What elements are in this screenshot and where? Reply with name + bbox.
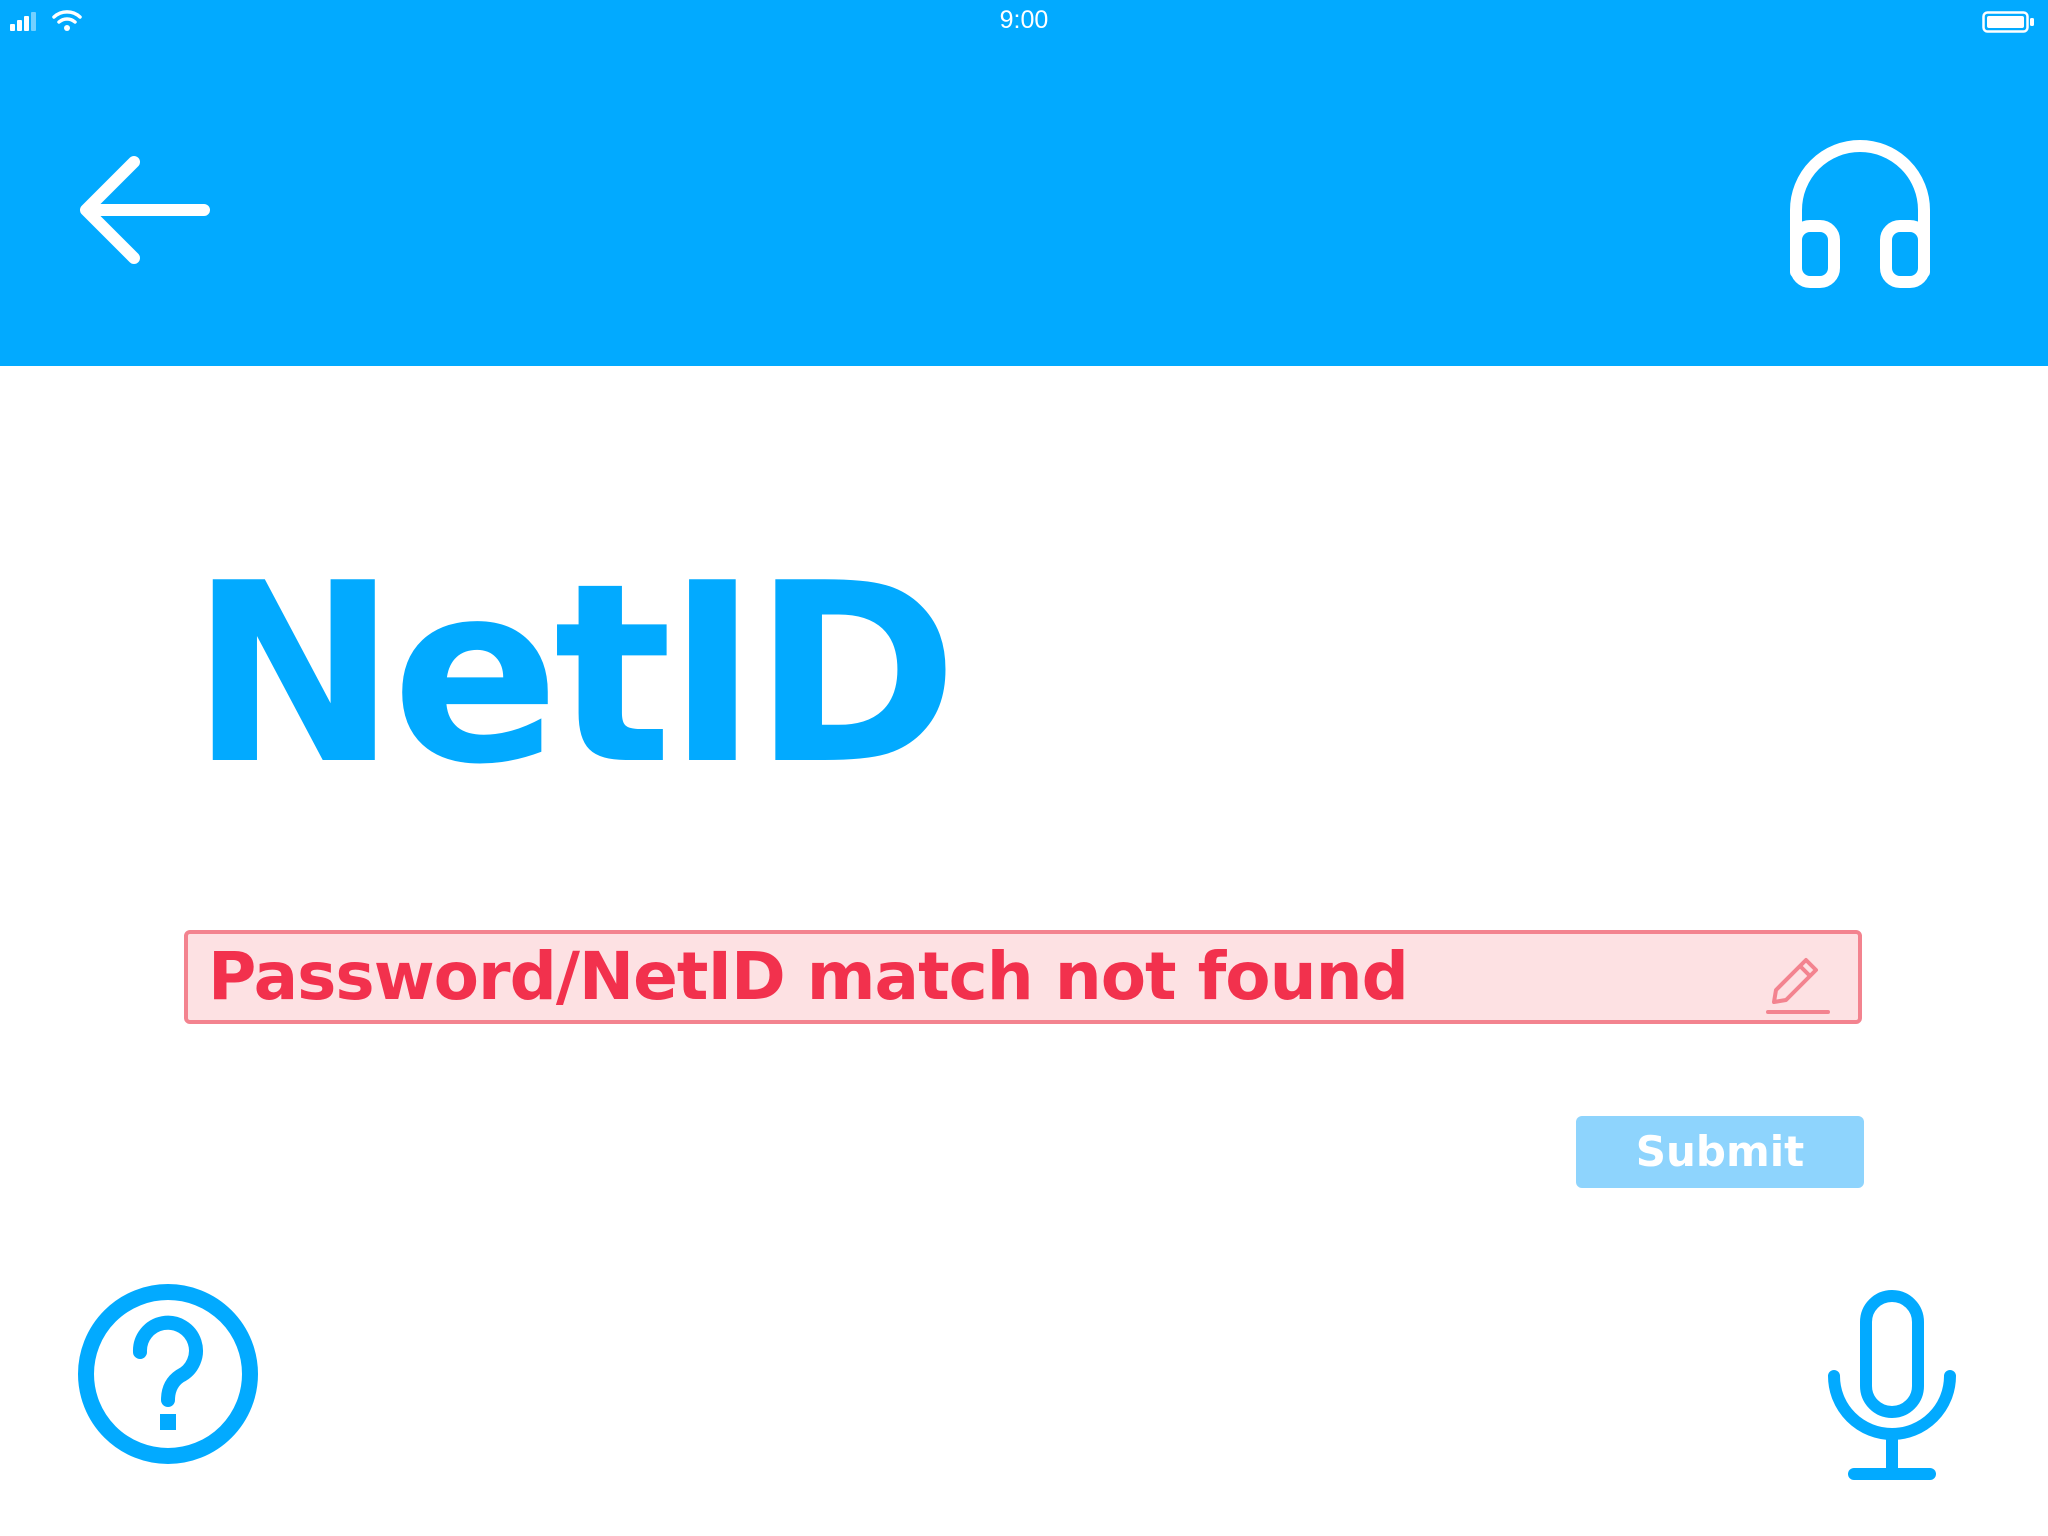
submit-button[interactable]: Submit: [1576, 1116, 1864, 1188]
status-time: 9:00: [999, 6, 1049, 34]
netid-input[interactable]: Password/NetID match not found: [184, 930, 1862, 1024]
headphones-icon: [1790, 140, 1930, 288]
status-bar: 9:00: [0, 0, 2048, 42]
error-message: Password/NetID match not found: [208, 938, 1409, 1015]
arrow-left-icon: [80, 156, 210, 264]
support-button[interactable]: [1780, 130, 1940, 290]
pencil-icon[interactable]: [1762, 942, 1832, 1016]
page-title: NetID: [190, 531, 958, 819]
microphone-button[interactable]: [1822, 1290, 1962, 1486]
microphone-icon: [1828, 1290, 1956, 1480]
battery-icon: [1982, 11, 2034, 33]
question-circle-icon: [78, 1284, 258, 1464]
back-button[interactable]: [72, 148, 222, 272]
app-header: [0, 42, 2048, 366]
help-button[interactable]: [76, 1282, 260, 1466]
